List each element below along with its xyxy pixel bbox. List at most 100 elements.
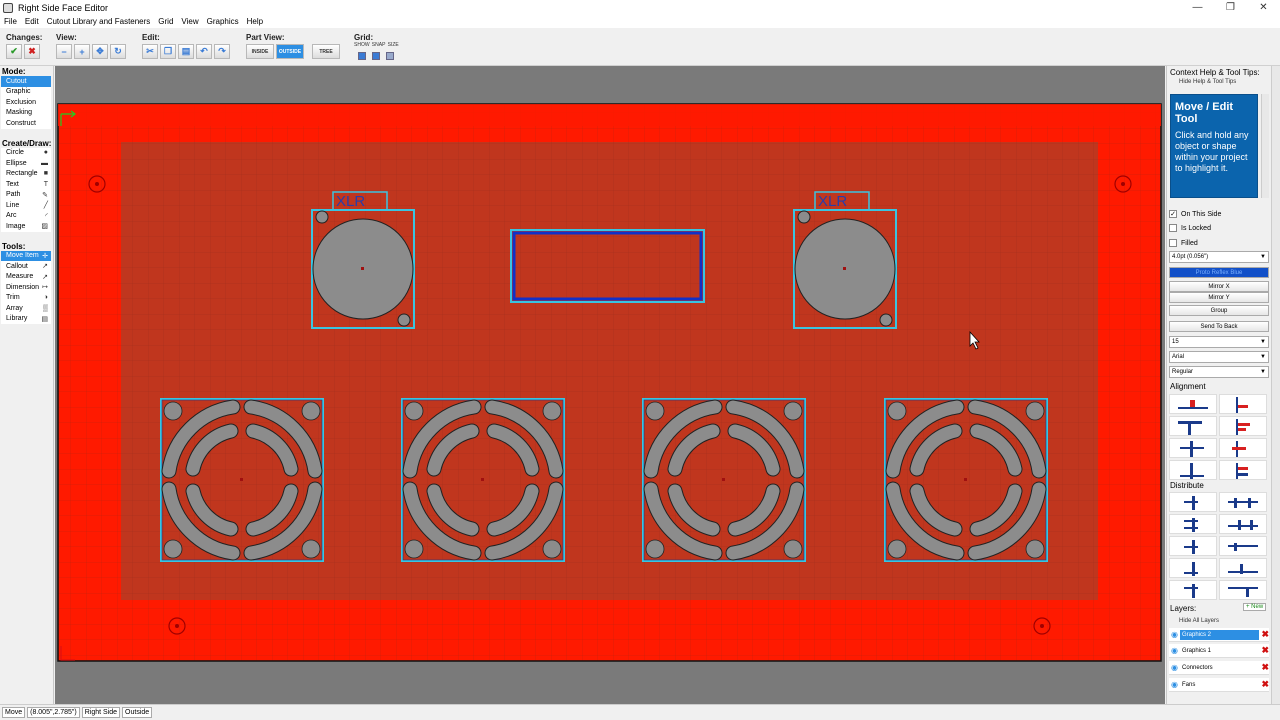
- font-style-select[interactable]: Regular ▼: [1169, 366, 1269, 378]
- distribute-v5-icon[interactable]: [1169, 580, 1217, 600]
- create-image[interactable]: Image ▨: [1, 221, 51, 232]
- delete-icon[interactable]: ✖: [1261, 645, 1269, 656]
- layer-connectors[interactable]: ◉ Connectors ✖: [1169, 661, 1269, 675]
- stroke-select[interactable]: 4.0pt (0.056") ▼: [1169, 251, 1269, 263]
- panel-scrollbar[interactable]: [1271, 66, 1280, 704]
- create-line[interactable]: Line ╱: [1, 200, 51, 211]
- tool-measure[interactable]: Measure ↗: [1, 271, 51, 282]
- hide-help-link[interactable]: Hide Help & Tool Tips: [1167, 79, 1280, 85]
- align-left-icon[interactable]: [1169, 416, 1217, 436]
- grid-snap-checkbox[interactable]: [372, 52, 380, 60]
- create-text[interactable]: Text T: [1, 179, 51, 190]
- menu-view[interactable]: View: [177, 17, 202, 26]
- menu-help[interactable]: Help: [243, 17, 267, 26]
- alignment-buttons: [1169, 394, 1267, 480]
- hide-layers-link[interactable]: Hide All Layers: [1167, 618, 1219, 624]
- menu-grid[interactable]: Grid: [154, 17, 177, 26]
- eye-icon[interactable]: ◉: [1171, 646, 1178, 655]
- tool-library[interactable]: Library ▤: [1, 313, 51, 324]
- mirror-y-button[interactable]: Mirror Y: [1169, 292, 1269, 303]
- distribute-v4-icon[interactable]: [1169, 558, 1217, 578]
- mode-masking[interactable]: Masking: [1, 107, 51, 118]
- grid-size-icon[interactable]: [386, 52, 394, 60]
- eye-icon[interactable]: ◉: [1171, 680, 1178, 689]
- create-path[interactable]: Path ✎: [1, 189, 51, 200]
- layer-graphics-1[interactable]: ◉ Graphics 1 ✖: [1169, 644, 1269, 658]
- distribute-v2-icon[interactable]: [1169, 514, 1217, 534]
- align-middle-icon[interactable]: [1169, 460, 1217, 480]
- zoom-in-icon[interactable]: +: [74, 44, 90, 59]
- zoom-out-icon[interactable]: −: [56, 44, 72, 59]
- font-name-select[interactable]: Arial ▼: [1169, 351, 1269, 363]
- distribute-h1-icon[interactable]: [1219, 492, 1267, 512]
- close-button[interactable]: ✕: [1247, 0, 1280, 15]
- mirror-x-button[interactable]: Mirror X: [1169, 281, 1269, 292]
- align-bottom-icon[interactable]: [1169, 394, 1217, 414]
- create-ellipse[interactable]: Ellipse ▬: [1, 158, 51, 169]
- is-locked-checkbox[interactable]: [1169, 224, 1177, 232]
- design-canvas[interactable]: XLR XLR: [55, 66, 1165, 704]
- align-right-icon[interactable]: [1219, 416, 1267, 436]
- minimize-button[interactable]: —: [1181, 0, 1214, 15]
- tool-callout[interactable]: Callout ↗: [1, 261, 51, 272]
- tool-dimension[interactable]: Dimension ↦: [1, 282, 51, 293]
- tool-trim[interactable]: Trim ◑: [1, 292, 51, 303]
- filled-checkbox[interactable]: [1169, 239, 1177, 247]
- create-circle[interactable]: Circle ●: [1, 147, 51, 158]
- help-scrollbar[interactable]: [1261, 94, 1269, 198]
- inside-view-button[interactable]: INSIDE: [246, 44, 274, 59]
- menu-file[interactable]: File: [0, 17, 21, 26]
- mode-graphic[interactable]: Graphic: [1, 86, 51, 97]
- mode-cutout[interactable]: Cutout: [1, 76, 51, 87]
- menu-edit[interactable]: Edit: [21, 17, 43, 26]
- distribute-v1-icon[interactable]: [1169, 492, 1217, 512]
- send-to-back-button[interactable]: Send To Back: [1169, 321, 1269, 332]
- menu-cutout-library[interactable]: Cutout Library and Fasteners: [43, 17, 155, 26]
- color-button[interactable]: Proto Reflex Blue: [1169, 267, 1269, 278]
- distribute-v3-icon[interactable]: [1169, 536, 1217, 556]
- tool-array[interactable]: Array ▒: [1, 303, 51, 314]
- refresh-icon[interactable]: ↻: [110, 44, 126, 59]
- align-baseline-icon[interactable]: [1219, 460, 1267, 480]
- group-button[interactable]: Group: [1169, 305, 1269, 316]
- tool-move-item[interactable]: Move Item ✛: [1, 250, 51, 261]
- canvas-drawing[interactable]: XLR XLR: [55, 66, 1165, 704]
- align-top-icon[interactable]: [1219, 394, 1267, 414]
- maximize-button[interactable]: ❐: [1214, 0, 1247, 15]
- align-center-v-icon[interactable]: [1219, 438, 1267, 458]
- paste-icon[interactable]: ▤: [178, 44, 194, 59]
- grid-show-checkbox[interactable]: [358, 52, 366, 60]
- accept-icon[interactable]: ✔: [6, 44, 22, 59]
- distribute-h4-icon[interactable]: [1219, 558, 1267, 578]
- mode-exclusion[interactable]: Exclusion: [1, 97, 51, 108]
- eye-icon[interactable]: ◉: [1171, 663, 1178, 672]
- copy-icon[interactable]: ❐: [160, 44, 176, 59]
- is-locked-row[interactable]: Is Locked: [1169, 222, 1269, 234]
- create-rectangle[interactable]: Rectangle ■: [1, 168, 51, 179]
- cancel-icon[interactable]: ✖: [24, 44, 40, 59]
- eye-icon[interactable]: ◉: [1171, 630, 1178, 639]
- create-arc[interactable]: Arc ◜: [1, 210, 51, 221]
- menu-graphics[interactable]: Graphics: [203, 17, 243, 26]
- align-center-h-icon[interactable]: [1169, 438, 1217, 458]
- distribute-h5-icon[interactable]: [1219, 580, 1267, 600]
- undo-icon[interactable]: ↶: [196, 44, 212, 59]
- redo-icon[interactable]: ↷: [214, 44, 230, 59]
- distribute-h3-icon[interactable]: [1219, 536, 1267, 556]
- layer-fans[interactable]: ◉ Fans ✖: [1169, 678, 1269, 692]
- tree-view-button[interactable]: TREE: [312, 44, 340, 59]
- delete-icon[interactable]: ✖: [1261, 629, 1269, 640]
- delete-icon[interactable]: ✖: [1261, 679, 1269, 690]
- cut-icon[interactable]: ✂: [142, 44, 158, 59]
- font-size-select[interactable]: 15 ▼: [1169, 336, 1269, 348]
- layer-graphics-2[interactable]: ◉ Graphics 2 ✖: [1169, 628, 1269, 642]
- outside-view-button[interactable]: OUTSIDE: [276, 44, 304, 59]
- distribute-h2-icon[interactable]: [1219, 514, 1267, 534]
- filled-row[interactable]: Filled: [1169, 237, 1269, 249]
- on-this-side-checkbox[interactable]: ✓: [1169, 210, 1177, 218]
- delete-icon[interactable]: ✖: [1261, 662, 1269, 673]
- pan-icon[interactable]: ✥: [92, 44, 108, 59]
- new-layer-button[interactable]: + New: [1243, 603, 1267, 611]
- on-this-side-row[interactable]: ✓ On This Side: [1169, 208, 1269, 220]
- mode-construct[interactable]: Construct: [1, 118, 51, 129]
